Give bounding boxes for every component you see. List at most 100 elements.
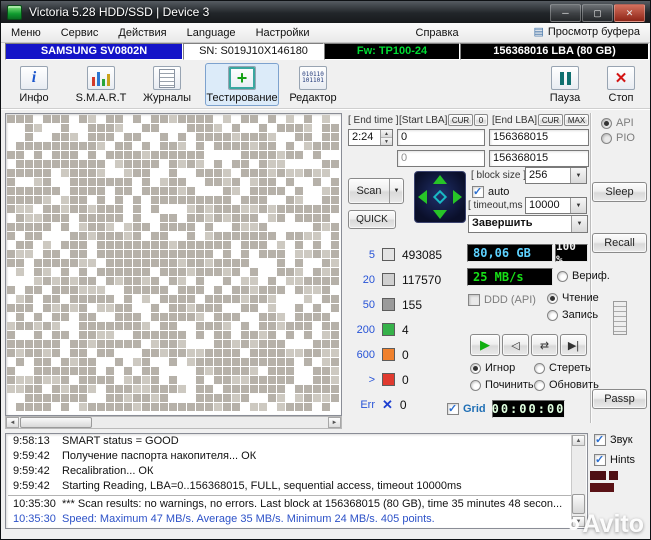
stop-button[interactable]: ✕ Стоп xyxy=(597,63,645,106)
toolbar-smart-button[interactable]: S.M.A.R.T xyxy=(73,63,129,106)
end-lba-max-button[interactable]: MAX xyxy=(564,114,589,126)
read-radio-icon[interactable] xyxy=(547,292,558,304)
hints-check-icon[interactable] xyxy=(594,453,606,466)
scan-block xyxy=(205,160,213,168)
scan-block xyxy=(295,322,303,330)
scroll-right-icon[interactable]: ► xyxy=(328,417,341,428)
scan-button[interactable]: Scan ▼ xyxy=(348,178,404,204)
start-lba-input[interactable]: 0 xyxy=(397,129,485,146)
dpad-right-icon[interactable] xyxy=(453,190,462,204)
scroll-up-icon[interactable]: ▲ xyxy=(572,435,585,446)
end-lba-cur-button[interactable]: CUR xyxy=(538,114,563,126)
erase-radio-icon[interactable] xyxy=(534,362,545,374)
pio-radio-icon[interactable] xyxy=(601,132,612,144)
hints-checkbox[interactable]: Hints xyxy=(594,453,635,466)
refresh-radio[interactable]: Обновить xyxy=(534,379,599,391)
ignore-radio[interactable]: Игнор xyxy=(470,362,515,374)
scan-block xyxy=(178,277,186,285)
swap-direction-button[interactable]: ⇄ xyxy=(531,334,558,356)
jog-dpad[interactable] xyxy=(414,171,466,223)
scan-block xyxy=(70,340,78,348)
timeout-value: 10000 xyxy=(529,199,560,211)
api-radio-icon[interactable] xyxy=(601,117,612,129)
timeout-arrow-icon[interactable]: ▼ xyxy=(570,198,586,213)
scan-block xyxy=(106,151,114,159)
sleep-button[interactable]: Sleep xyxy=(592,182,647,202)
log-panel[interactable]: 9:58:13 SMART status = GOOD 9:59:42 Получе… xyxy=(5,433,588,529)
scan-map-hscrollbar[interactable]: ◄ ► xyxy=(5,416,342,429)
ddd-checkbox[interactable]: DDD (API) xyxy=(468,294,536,306)
step-back-button[interactable]: ◁ xyxy=(502,334,529,356)
toolbar-journals-button[interactable]: Журналы xyxy=(139,63,195,106)
menu-item-settings[interactable]: Настройки xyxy=(246,25,320,41)
block-size-select[interactable]: 256 ▼ xyxy=(525,167,587,184)
skip-to-end-button[interactable]: ▶| xyxy=(560,334,587,356)
pio-radio[interactable]: PIO xyxy=(601,132,635,144)
menu-item-menu[interactable]: Меню xyxy=(1,25,51,41)
scroll-left-icon[interactable]: ◄ xyxy=(6,417,19,428)
sound-check-icon[interactable] xyxy=(594,433,606,446)
menu-item-service[interactable]: Сервис xyxy=(51,25,109,41)
auto-checkbox[interactable]: auto xyxy=(472,185,509,198)
end-lba-input[interactable]: 156368015 xyxy=(489,129,589,146)
remap-radio-icon[interactable] xyxy=(470,379,481,391)
scan-block xyxy=(88,358,96,366)
start-lba-zero-button[interactable]: 0 xyxy=(474,114,488,126)
block-size-arrow-icon[interactable]: ▼ xyxy=(570,168,586,183)
grid-check-icon[interactable] xyxy=(447,402,459,415)
write-radio[interactable]: Запись xyxy=(547,309,598,321)
read-radio[interactable]: Чтение xyxy=(547,292,599,304)
start-test-button[interactable]: ▶ xyxy=(470,334,500,356)
menu-item-help[interactable]: Справка xyxy=(406,25,469,41)
timeout-select[interactable]: 10000 ▼ xyxy=(525,197,587,214)
current-lba-field[interactable]: 0 xyxy=(397,150,485,167)
dpad-left-icon[interactable] xyxy=(418,190,427,204)
dpad-up-icon[interactable] xyxy=(433,175,447,184)
scan-dropdown-icon[interactable]: ▼ xyxy=(389,179,403,203)
panel-grip[interactable] xyxy=(613,301,627,335)
remap-radio[interactable]: Починить xyxy=(470,379,534,391)
hscroll-thumb[interactable] xyxy=(20,417,92,428)
start-lba-cur-button[interactable]: CUR xyxy=(448,114,473,126)
end-time-spinner[interactable]: 2:24 ▲ ▼ xyxy=(348,129,393,146)
scan-block-map[interactable] xyxy=(5,113,342,416)
quick-button[interactable]: QUICK xyxy=(348,210,396,229)
toolbar-test-button[interactable]: + Тестирование xyxy=(205,63,279,106)
menu-item-actions[interactable]: Действия xyxy=(108,25,176,41)
ignore-radio-icon[interactable] xyxy=(470,362,481,374)
after-scan-action-select[interactable]: Завершить ▼ xyxy=(468,215,588,233)
pause-button[interactable]: Пауза xyxy=(541,63,589,106)
refresh-radio-icon[interactable] xyxy=(534,379,545,391)
erase-radio[interactable]: Стереть xyxy=(534,362,591,374)
recall-button[interactable]: Recall xyxy=(592,233,647,253)
scan-block xyxy=(97,115,105,123)
write-radio-icon[interactable] xyxy=(547,309,558,321)
scan-block xyxy=(7,376,15,384)
ddd-check-icon[interactable] xyxy=(468,294,480,306)
dpad-center-icon[interactable] xyxy=(432,189,448,205)
scan-block xyxy=(205,214,213,222)
passport-button[interactable]: Passp xyxy=(592,389,647,409)
spin-down-icon[interactable]: ▼ xyxy=(381,138,392,145)
buffer-view-button[interactable]: ▤ Просмотр буфера xyxy=(529,24,644,39)
current-end-lba-field[interactable]: 156368015 xyxy=(489,150,589,167)
verify-radio[interactable]: Вериф. xyxy=(557,270,610,282)
maximize-button[interactable]: ▢ xyxy=(582,4,613,22)
close-button[interactable]: ✕ xyxy=(614,4,645,22)
auto-check-icon[interactable] xyxy=(472,185,484,198)
scan-block xyxy=(142,394,150,402)
menu-item-language[interactable]: Language xyxy=(177,25,246,41)
spin-up-icon[interactable]: ▲ xyxy=(381,130,392,138)
minimize-button[interactable]: ─ xyxy=(550,4,581,22)
scan-block xyxy=(97,151,105,159)
titlebar[interactable]: Victoria 5.28 HDD/SSD | Device 3 ─ ▢ ✕ xyxy=(1,1,650,23)
scan-block xyxy=(88,133,96,141)
grid-checkbox[interactable]: Grid xyxy=(447,402,486,415)
toolbar-editor-button[interactable]: 010110 101101 Редактор xyxy=(285,63,341,106)
api-radio[interactable]: API xyxy=(601,117,634,129)
action-arrow-icon[interactable]: ▼ xyxy=(571,216,587,232)
dpad-down-icon[interactable] xyxy=(433,210,447,219)
sound-checkbox[interactable]: Звук xyxy=(594,433,633,446)
toolbar-info-button[interactable]: i Инфо xyxy=(9,63,59,106)
verify-radio-icon[interactable] xyxy=(557,270,568,282)
